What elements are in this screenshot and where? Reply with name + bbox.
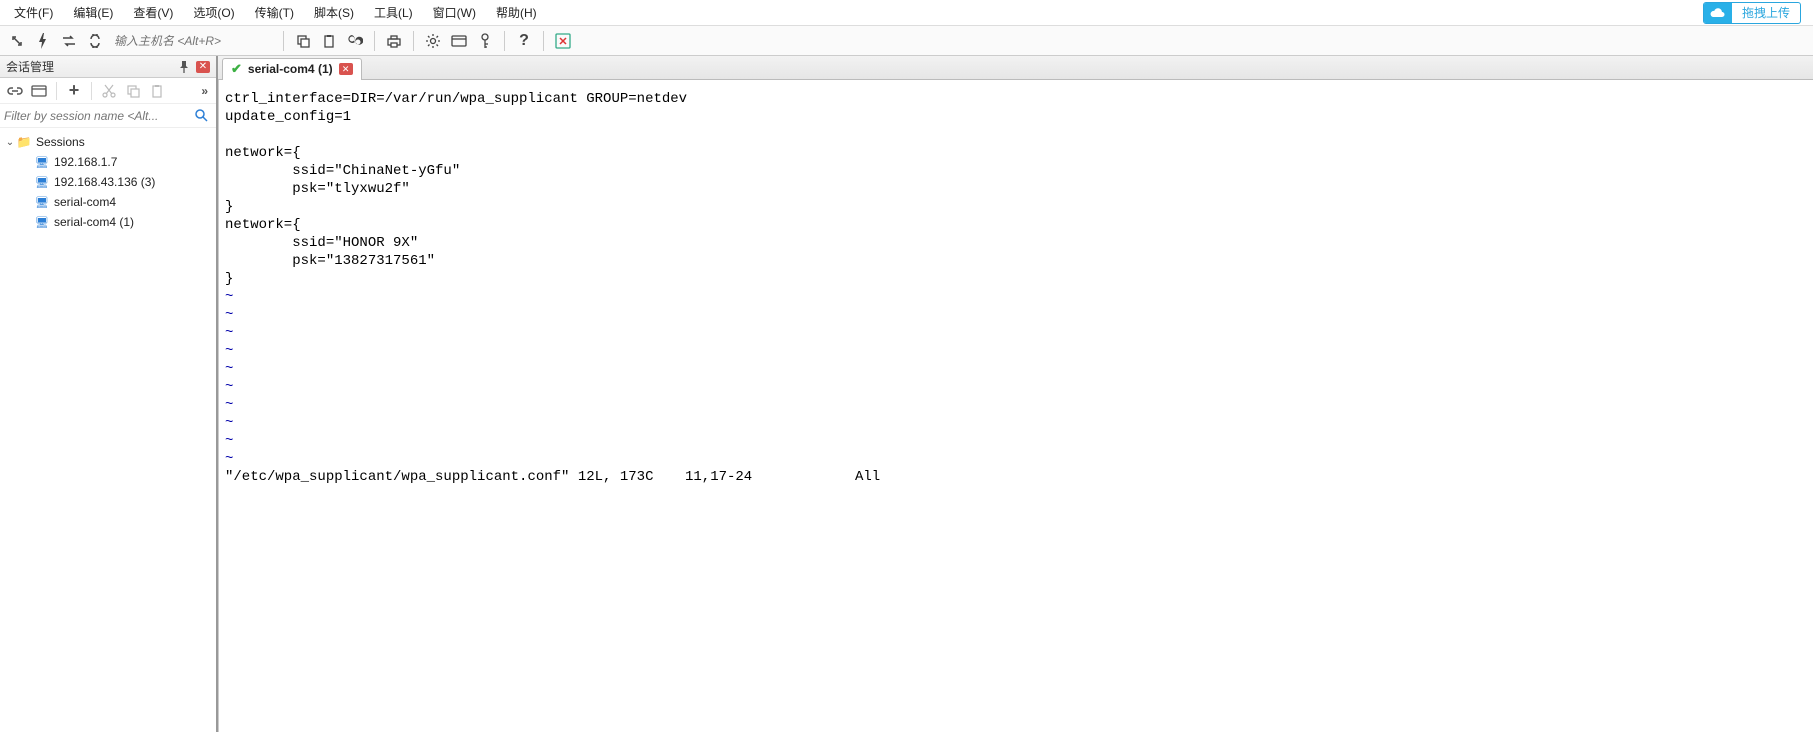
tab-serial-com4-1[interactable]: ✔ serial-com4 (1) ✕ xyxy=(222,58,362,80)
pin-icon[interactable] xyxy=(176,59,192,75)
terminal-tilde-line: ~ xyxy=(225,306,1807,324)
terminal-line: ssid="ChinaNet-yGfu" xyxy=(225,162,1807,180)
terminal-tilde-line: ~ xyxy=(225,450,1807,468)
disconnect-icon[interactable] xyxy=(84,30,106,52)
session-filter-input[interactable] xyxy=(4,109,191,123)
find-icon[interactable] xyxy=(344,30,366,52)
terminal-tilde-line: ~ xyxy=(225,432,1807,450)
terminal-tilde-line: ~ xyxy=(225,342,1807,360)
expand-toggle-icon[interactable]: ⌄ xyxy=(4,137,16,148)
cloud-upload-icon xyxy=(1704,3,1732,23)
terminal-tilde-line: ~ xyxy=(225,396,1807,414)
menu-edit[interactable]: 编辑(E) xyxy=(63,0,123,25)
collapse-chevron-icon[interactable]: » xyxy=(197,84,212,98)
menu-script[interactable]: 脚本(S) xyxy=(304,0,364,25)
terminal-line: psk="tlyxwu2f" xyxy=(225,180,1807,198)
tab-strip: ✔ serial-com4 (1) ✕ xyxy=(218,56,1813,80)
terminal-line: ctrl_interface=DIR=/var/run/wpa_supplica… xyxy=(225,90,1807,108)
menu-view[interactable]: 查看(V) xyxy=(123,0,183,25)
toolbar-separator xyxy=(283,31,284,51)
toolbar-separator xyxy=(413,31,414,51)
terminal-line: update_config=1 xyxy=(225,108,1807,126)
menu-window[interactable]: 窗口(W) xyxy=(423,0,486,25)
terminal-line: network={ xyxy=(225,216,1807,234)
terminal-tilde-line: ~ xyxy=(225,414,1807,432)
tree-root-sessions[interactable]: ⌄ 📁 Sessions xyxy=(0,132,216,152)
status-position: All xyxy=(855,468,880,486)
session-item[interactable]: 🖥 192.168.1.7 xyxy=(0,152,216,172)
toolbar: ? xyxy=(0,26,1813,56)
drag-upload-button[interactable]: 拖拽上传 xyxy=(1703,2,1801,24)
reconnect-icon[interactable] xyxy=(58,30,80,52)
session-item[interactable]: 🖥 serial-com4 (1) xyxy=(0,212,216,232)
status-file: "/etc/wpa_supplicant/wpa_supplicant.conf… xyxy=(225,468,685,486)
tab-label: serial-com4 (1) xyxy=(248,62,333,76)
search-icon[interactable] xyxy=(191,109,212,122)
vim-status-line: "/etc/wpa_supplicant/wpa_supplicant.conf… xyxy=(225,468,1807,486)
new-folder-icon[interactable]: + xyxy=(63,80,85,102)
terminal-area: ✔ serial-com4 (1) ✕ ctrl_interface=DIR=/… xyxy=(218,56,1813,732)
session-toolbar: + » xyxy=(0,78,216,104)
terminal-tilde-line: ~ xyxy=(225,324,1807,342)
session-item[interactable]: 🖥 serial-com4 xyxy=(0,192,216,212)
close-panel-icon[interactable]: ✕ xyxy=(196,61,210,73)
new-session-icon[interactable] xyxy=(28,80,50,102)
folder-icon: 📁 xyxy=(16,135,32,149)
session-options-icon[interactable] xyxy=(448,30,470,52)
menu-tools[interactable]: 工具(L) xyxy=(364,0,423,25)
terminal-line xyxy=(225,126,1807,144)
tab-close-icon[interactable]: ✕ xyxy=(339,63,353,75)
session-icon: 🖥 xyxy=(34,156,50,169)
menu-bar: 文件(F) 编辑(E) 查看(V) 选项(O) 传输(T) 脚本(S) 工具(L… xyxy=(0,0,1813,26)
settings-icon[interactable] xyxy=(422,30,444,52)
terminal-tilde-line: ~ xyxy=(225,378,1807,396)
session-label: 192.168.1.7 xyxy=(54,155,117,169)
terminal[interactable]: ctrl_interface=DIR=/var/run/wpa_supplica… xyxy=(218,80,1813,732)
toolbar-separator xyxy=(504,31,505,51)
menu-transfer[interactable]: 传输(T) xyxy=(245,0,304,25)
session-label: 192.168.43.136 (3) xyxy=(54,175,155,189)
toolbar-separator xyxy=(374,31,375,51)
session-item[interactable]: 🖥 192.168.43.136 (3) xyxy=(0,172,216,192)
session-icon: 🖥 xyxy=(34,176,50,189)
terminal-line: network={ xyxy=(225,144,1807,162)
session-icon: 🖥 xyxy=(34,216,50,229)
print-icon[interactable] xyxy=(383,30,405,52)
terminal-tilde-line: ~ xyxy=(225,360,1807,378)
menu-file[interactable]: 文件(F) xyxy=(4,0,63,25)
menu-help[interactable]: 帮助(H) xyxy=(486,0,547,25)
terminal-line: psk="13827317561" xyxy=(225,252,1807,270)
session-manager-header: 会话管理 ✕ xyxy=(0,56,216,78)
terminal-line: } xyxy=(225,198,1807,216)
cut-icon xyxy=(98,80,120,102)
session-label: serial-com4 xyxy=(54,195,116,209)
terminal-line: } xyxy=(225,270,1807,288)
drag-upload-label: 拖拽上传 xyxy=(1732,4,1800,21)
help-icon[interactable]: ? xyxy=(513,30,535,52)
session-filter xyxy=(0,104,216,128)
host-input[interactable] xyxy=(110,32,275,50)
terminal-line: ssid="HONOR 9X" xyxy=(225,234,1807,252)
paste-icon[interactable] xyxy=(318,30,340,52)
toolbar-separator xyxy=(543,31,544,51)
xftp-icon[interactable] xyxy=(552,30,574,52)
menu-options[interactable]: 选项(O) xyxy=(183,0,244,25)
connected-check-icon: ✔ xyxy=(231,61,242,77)
key-icon[interactable] xyxy=(474,30,496,52)
link-icon[interactable] xyxy=(4,80,26,102)
paste-session-icon xyxy=(146,80,168,102)
session-label: serial-com4 (1) xyxy=(54,215,134,229)
connect-icon[interactable] xyxy=(6,30,28,52)
tree-root-label: Sessions xyxy=(36,135,85,149)
terminal-tilde-line: ~ xyxy=(225,288,1807,306)
session-manager-panel: 会话管理 ✕ + » ⌄ 📁 Ses xyxy=(0,56,218,732)
quick-connect-icon[interactable] xyxy=(32,30,54,52)
copy-session-icon xyxy=(122,80,144,102)
copy-icon[interactable] xyxy=(292,30,314,52)
session-tree: ⌄ 📁 Sessions 🖥 192.168.1.7 🖥 192.168.43.… xyxy=(0,128,216,732)
status-cursor: 11,17-24 xyxy=(685,468,855,486)
session-manager-title: 会话管理 xyxy=(6,58,176,75)
session-icon: 🖥 xyxy=(34,196,50,209)
